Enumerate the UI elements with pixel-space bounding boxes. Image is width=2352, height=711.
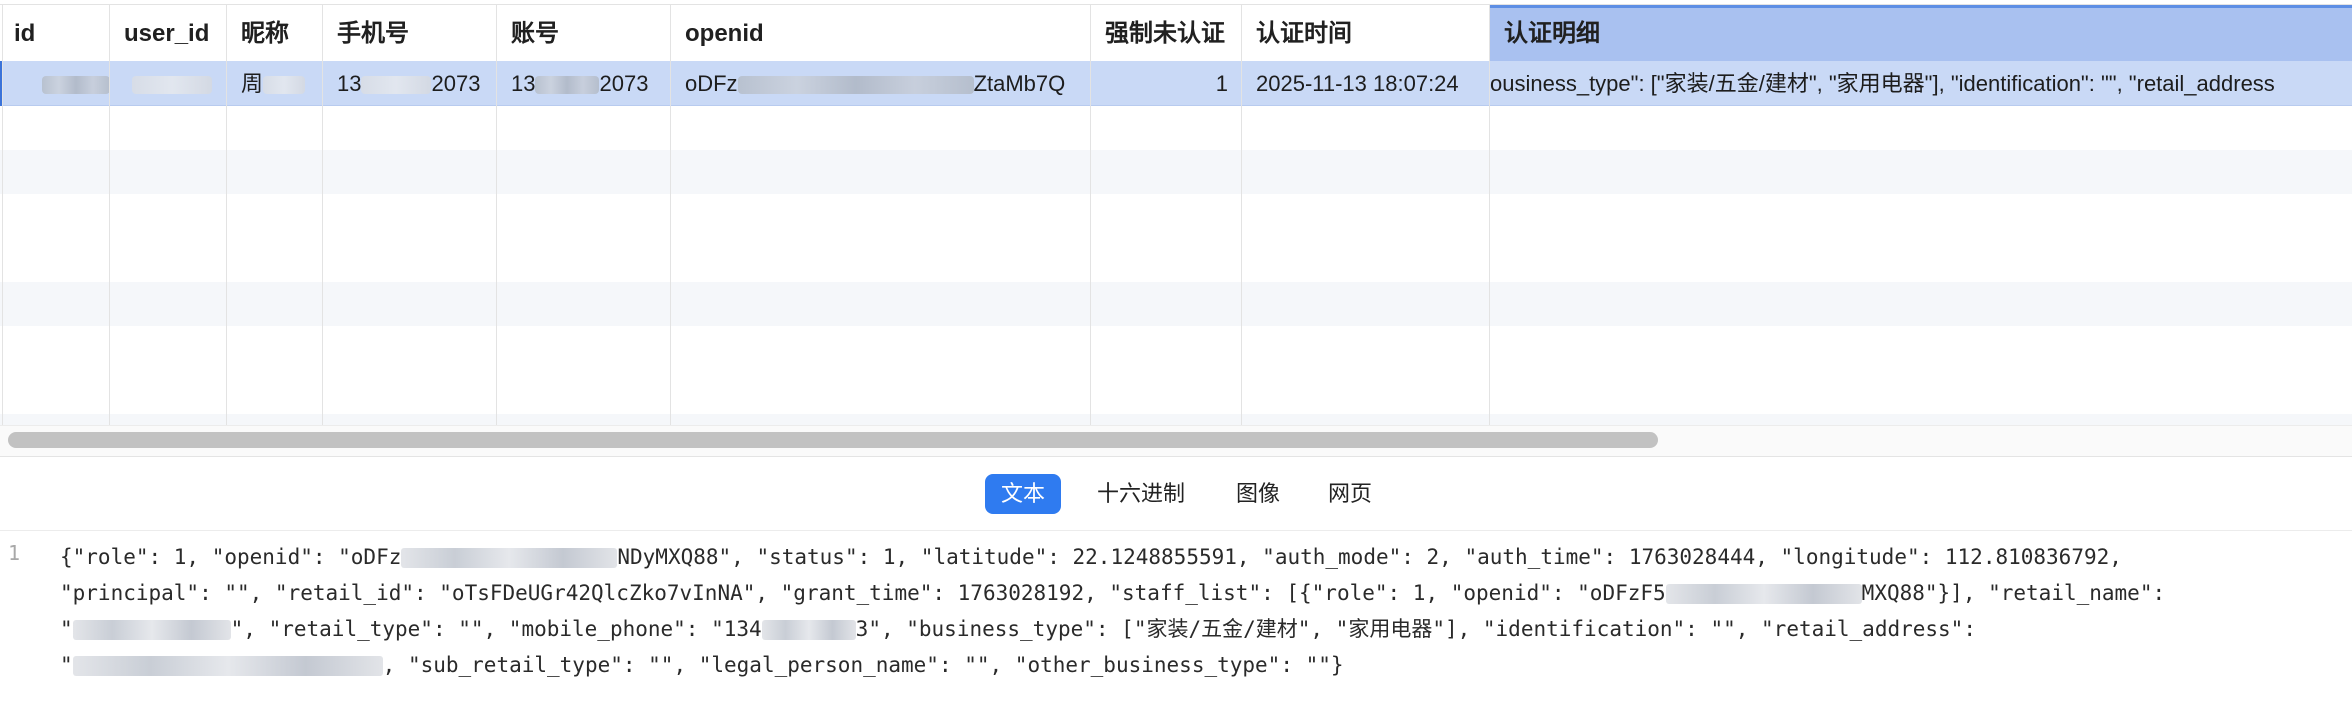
text-viewer[interactable]: 1 {"role": 1, "openid": "oDFz NDyMXQ88", … <box>0 530 2352 711</box>
json-text: {"role": 1, "openid": "oDFz <box>60 545 402 569</box>
tab-text[interactable]: 文本 <box>985 474 1061 514</box>
redacted-block <box>72 620 231 640</box>
cell-id[interactable] <box>0 61 110 105</box>
json-text: " <box>60 653 73 677</box>
cell-auth-time[interactable]: 2025-11-13 18:07:24 <box>1242 61 1490 105</box>
data-grid[interactable]: id user_id 昵称 手机号 账号 openid 强制未认证 认证时间 认… <box>0 0 2352 425</box>
column-header-openid[interactable]: openid <box>671 5 1091 61</box>
column-header-account[interactable]: 账号 <box>497 5 671 61</box>
column-divider <box>109 4 110 425</box>
column-divider <box>1090 4 1091 425</box>
account-prefix: 13 <box>511 71 536 96</box>
column-header-user-id[interactable]: user_id <box>110 5 227 61</box>
json-text: ", "retail_type": "", "mobile_phone": "1… <box>230 617 762 641</box>
table-row-empty <box>0 150 2352 194</box>
openid-prefix: oDFz <box>685 71 738 96</box>
column-divider <box>226 4 227 425</box>
cell-user-id[interactable] <box>110 61 227 105</box>
column-divider <box>1241 4 1242 425</box>
cell-account[interactable]: 13 2073 <box>497 61 671 105</box>
table-row-selected[interactable]: 周 13 2073 13 2073 oDFz ZtaMb7Q 1 2025-11-13… <box>0 61 2352 106</box>
column-divider <box>496 4 497 425</box>
json-text: NDyMXQ88", "status": 1, "latitude": 22.1… <box>617 545 2122 569</box>
horizontal-scrollbar-thumb[interactable] <box>8 432 1658 448</box>
table-row-empty <box>0 194 2352 238</box>
redacted-block <box>72 656 383 676</box>
redacted-block <box>761 620 856 640</box>
account-suffix: 2073 <box>599 71 649 96</box>
line-number: 1 <box>8 541 21 565</box>
cell-nickname[interactable]: 周 <box>227 61 323 105</box>
table-row-empty <box>0 106 2352 150</box>
tab-webpage[interactable]: 网页 <box>1318 474 1382 514</box>
json-text: 3", "business_type": ["家装/五金/建材", "家用电器"… <box>855 617 1976 641</box>
table-row-empty <box>0 414 2352 425</box>
column-header-phone[interactable]: 手机号 <box>323 5 497 61</box>
redacted-block <box>401 548 618 568</box>
table-row-empty <box>0 326 2352 370</box>
column-header-nickname[interactable]: 昵称 <box>227 5 323 61</box>
column-header-auth-detail[interactable]: 认证明细 <box>1490 5 2352 61</box>
column-header-force-unverified[interactable]: 强制未认证 <box>1091 5 1242 61</box>
column-divider <box>1489 4 1490 425</box>
table-row-empty <box>0 282 2352 326</box>
json-text: " <box>60 617 73 641</box>
json-text: MXQ88"}], "retail_name": <box>1861 581 2166 605</box>
line-number-gutter: 1 <box>0 531 42 711</box>
json-content[interactable]: {"role": 1, "openid": "oDFz NDyMXQ88", "s… <box>60 539 2330 683</box>
json-text: , "sub_retail_type": "", "legal_person_n… <box>382 653 1344 677</box>
openid-suffix: ZtaMb7Q <box>973 71 1066 96</box>
cell-phone[interactable]: 13 2073 <box>323 61 497 105</box>
cell-auth-detail[interactable]: ousiness_type": ["家装/五金/建材", "家用电器"], "i… <box>1490 61 2352 105</box>
phone-prefix: 13 <box>337 71 362 96</box>
cell-force-unverified[interactable]: 1 <box>1091 61 1242 105</box>
column-divider <box>322 4 323 425</box>
cell-openid[interactable]: oDFz ZtaMb7Q <box>671 61 1091 105</box>
column-header-auth-time[interactable]: 认证时间 <box>1242 5 1490 61</box>
column-divider <box>670 4 671 425</box>
column-header-id[interactable]: id <box>0 5 110 61</box>
phone-suffix: 2073 <box>431 71 481 96</box>
column-divider <box>2 4 3 425</box>
tab-hex[interactable]: 十六进制 <box>1088 474 1194 514</box>
viewer-tabs: 文本 十六进制 图像 网页 <box>0 474 2352 514</box>
tab-image[interactable]: 图像 <box>1226 474 1290 514</box>
grid-header: id user_id 昵称 手机号 账号 openid 强制未认证 认证时间 认… <box>0 4 2352 62</box>
json-text: "principal": "", "retail_id": "oTsFDeUGr… <box>60 581 1666 605</box>
redacted-block <box>1665 584 1862 604</box>
nickname-text: 周 <box>241 71 264 96</box>
